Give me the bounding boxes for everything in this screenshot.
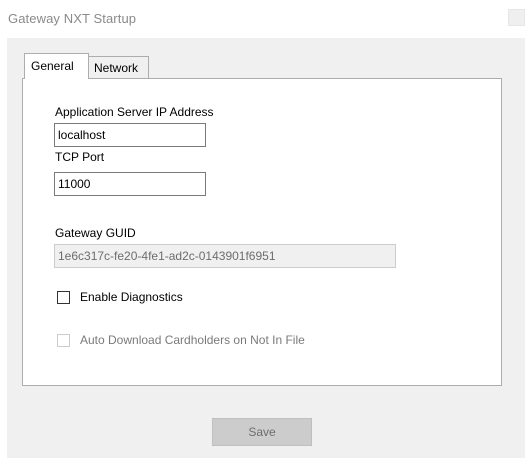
- tab-network[interactable]: Network: [89, 56, 149, 78]
- startup-dialog: Gateway NXT Startup General Network Appl…: [0, 0, 525, 458]
- gateway-guid-label: Gateway GUID: [55, 226, 136, 240]
- close-button[interactable]: [508, 9, 525, 26]
- tcp-port-input[interactable]: [54, 172, 206, 196]
- enable-diagnostics-label[interactable]: Enable Diagnostics: [80, 290, 183, 304]
- title-bar[interactable]: Gateway NXT Startup: [0, 0, 525, 38]
- tab-general[interactable]: General: [24, 53, 89, 79]
- tab-network-label: Network: [94, 61, 139, 75]
- general-tab-panel: Application Server IP Address TCP Port G…: [22, 78, 502, 386]
- enable-diagnostics-checkbox[interactable]: [57, 291, 70, 304]
- tcp-port-label: TCP Port: [55, 150, 105, 164]
- tab-general-label: General: [31, 59, 74, 73]
- auto-download-checkbox: [57, 334, 70, 347]
- gateway-guid-field: [54, 244, 396, 268]
- app-server-ip-input[interactable]: [54, 123, 206, 147]
- app-server-ip-label: Application Server IP Address: [55, 105, 214, 119]
- dialog-body: General Network Application Server IP Ad…: [7, 38, 525, 458]
- auto-download-label: Auto Download Cardholders on Not In File: [80, 333, 305, 347]
- window-title: Gateway NXT Startup: [8, 11, 137, 26]
- save-button[interactable]: Save: [212, 418, 312, 446]
